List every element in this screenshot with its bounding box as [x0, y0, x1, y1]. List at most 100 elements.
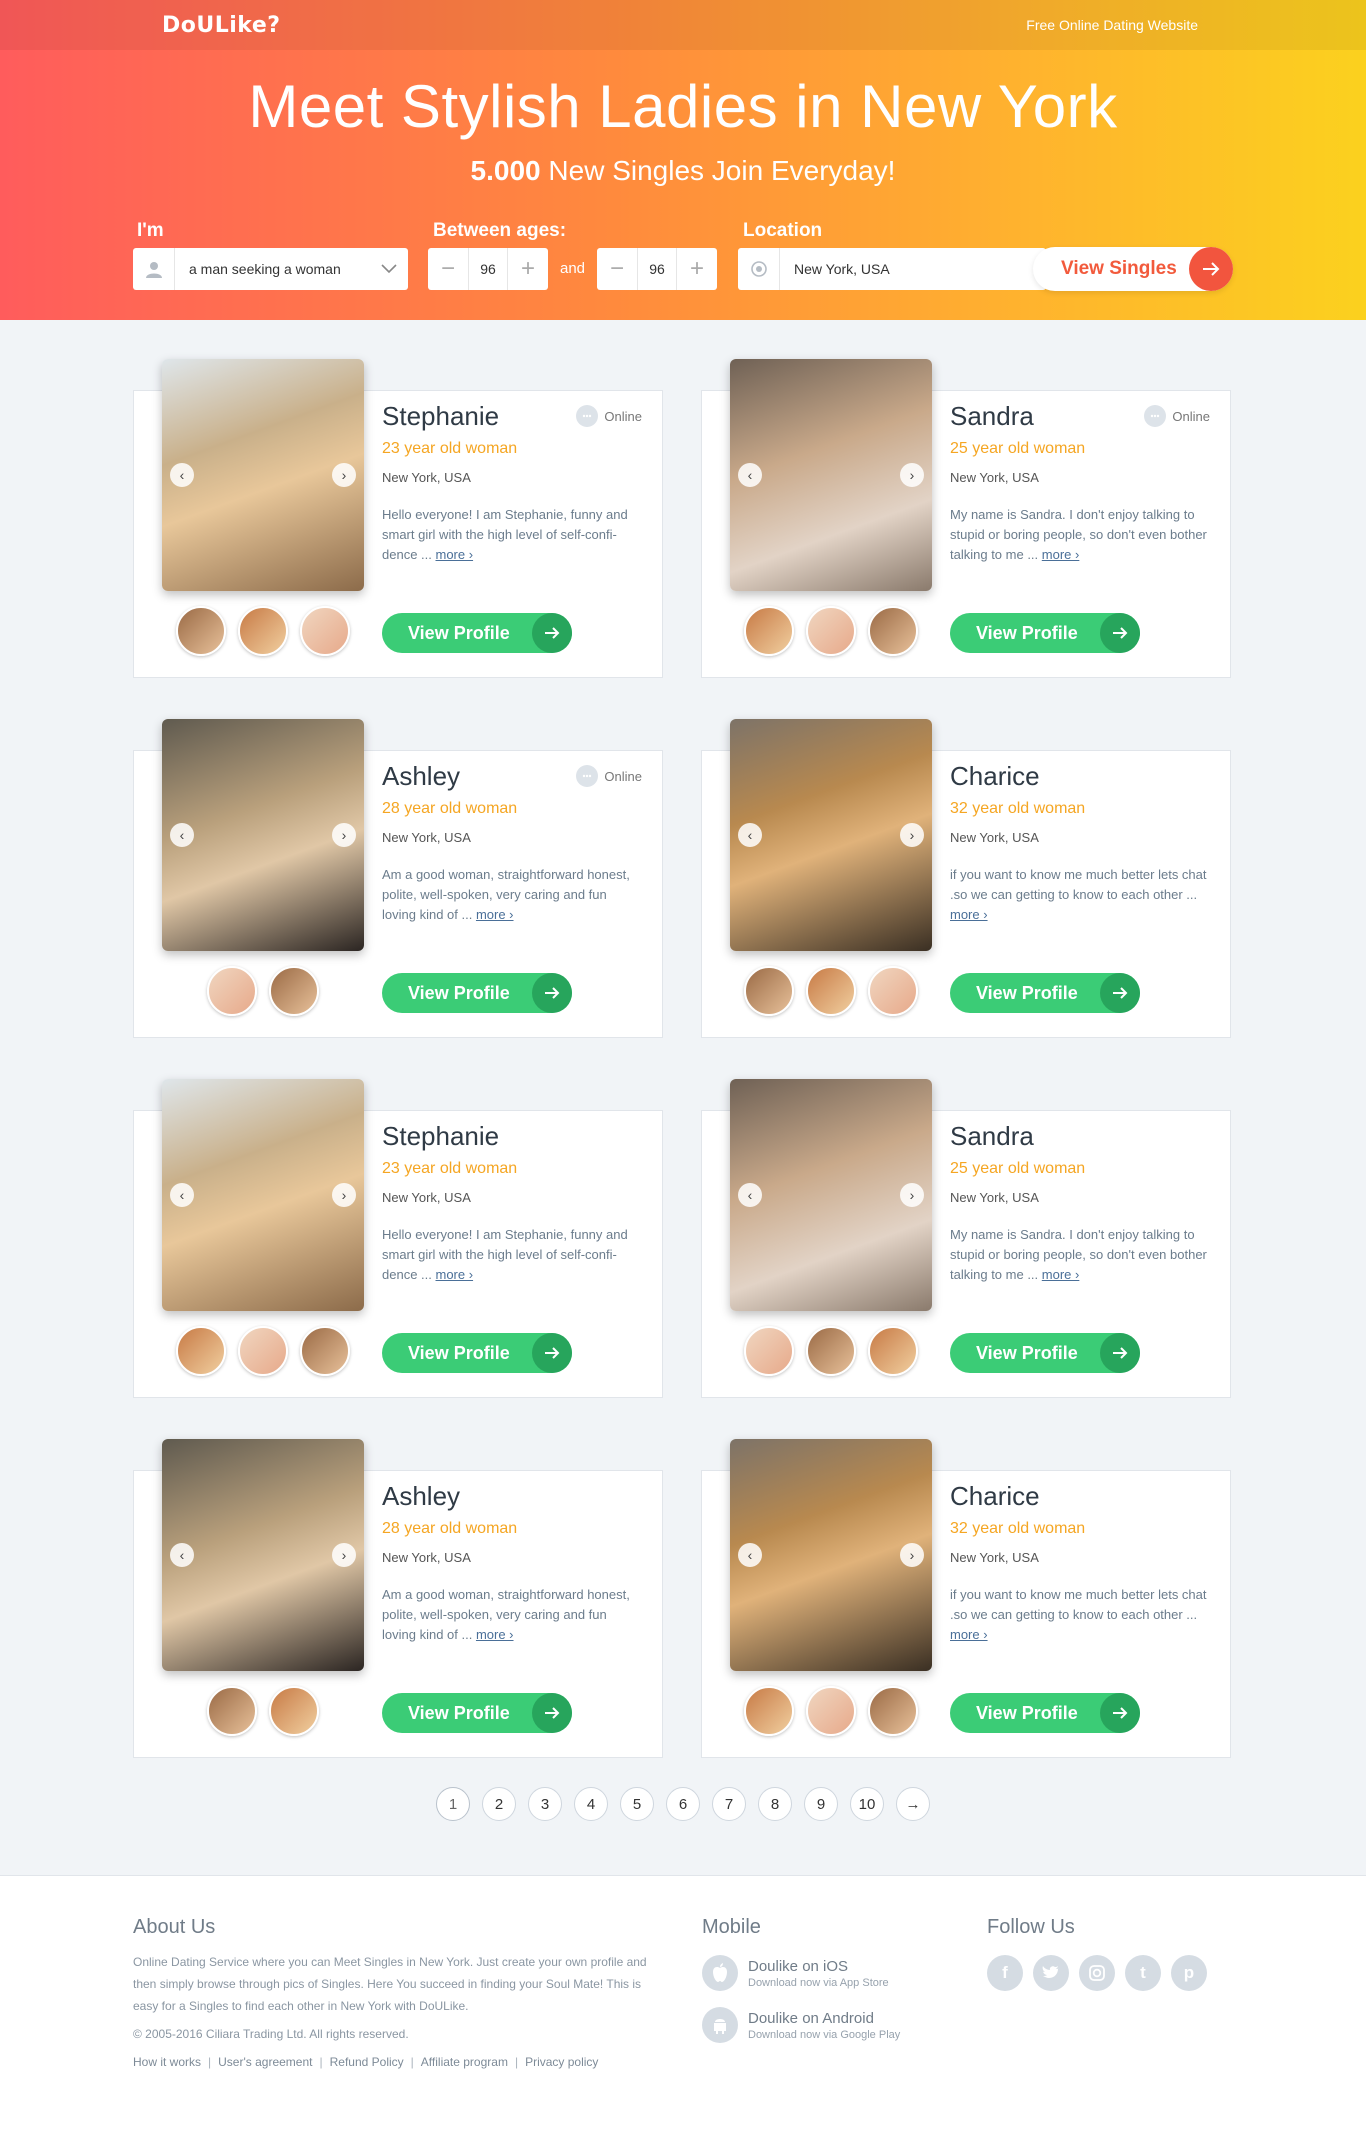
more-link[interactable]: more ›: [476, 1627, 514, 1642]
chevron-left-icon[interactable]: ‹: [738, 1543, 762, 1567]
page-button[interactable]: 10: [850, 1787, 884, 1821]
photo-thumbnail[interactable]: [300, 1326, 350, 1376]
profile-photo[interactable]: ‹ ›: [730, 359, 932, 591]
footer-link[interactable]: User's agreement: [218, 2055, 312, 2069]
footer-link[interactable]: Affiliate program: [421, 2055, 508, 2069]
profile-photo[interactable]: ‹ ›: [162, 719, 364, 951]
photo-thumbnail[interactable]: [176, 1326, 226, 1376]
more-link[interactable]: more ›: [1042, 547, 1080, 562]
page-button[interactable]: 5: [620, 1787, 654, 1821]
view-profile-button[interactable]: View Profile: [950, 1333, 1140, 1373]
chevron-left-icon[interactable]: ‹: [738, 1183, 762, 1207]
location-input[interactable]: New York, USA: [738, 248, 1046, 290]
profile-name[interactable]: Stephanie: [382, 401, 644, 432]
photo-thumbnail[interactable]: [300, 606, 350, 656]
view-singles-button[interactable]: View Singles: [1033, 247, 1233, 291]
chevron-left-icon[interactable]: ‹: [738, 823, 762, 847]
chevron-left-icon[interactable]: ‹: [170, 463, 194, 487]
page-button[interactable]: 7: [712, 1787, 746, 1821]
age-min-stepper[interactable]: − 96 +: [428, 248, 548, 290]
more-link[interactable]: more ›: [476, 907, 514, 922]
photo-thumbnail[interactable]: [806, 1686, 856, 1736]
page-button[interactable]: 8: [758, 1787, 792, 1821]
photo-thumbnail[interactable]: [744, 1686, 794, 1736]
photo-thumbnail[interactable]: [207, 1686, 257, 1736]
profile-name[interactable]: Ashley: [382, 761, 644, 792]
profile-name[interactable]: Stephanie: [382, 1121, 644, 1152]
page-button[interactable]: 2: [482, 1787, 516, 1821]
plus-icon[interactable]: +: [508, 248, 548, 290]
chevron-left-icon[interactable]: ‹: [170, 1543, 194, 1567]
page-button[interactable]: 1: [436, 1787, 470, 1821]
profile-name[interactable]: Charice: [950, 761, 1212, 792]
photo-thumbnail[interactable]: [269, 1686, 319, 1736]
photo-thumbnail[interactable]: [868, 1326, 918, 1376]
profile-name[interactable]: Ashley: [382, 1481, 644, 1512]
page-button[interactable]: 6: [666, 1787, 700, 1821]
more-link[interactable]: more ›: [950, 1627, 988, 1642]
photo-thumbnail[interactable]: [238, 606, 288, 656]
photo-thumbnail[interactable]: [744, 606, 794, 656]
facebook-icon[interactable]: f: [987, 1955, 1023, 1991]
page-button[interactable]: 9: [804, 1787, 838, 1821]
pinterest-icon[interactable]: p: [1171, 1955, 1207, 1991]
photo-thumbnail[interactable]: [176, 606, 226, 656]
view-profile-button[interactable]: View Profile: [382, 613, 572, 653]
seeking-select[interactable]: a man seeking a woman: [133, 248, 408, 290]
view-profile-button[interactable]: View Profile: [950, 1693, 1140, 1733]
view-profile-button[interactable]: View Profile: [950, 973, 1140, 1013]
profile-photo[interactable]: ‹ ›: [730, 719, 932, 951]
footer-link[interactable]: Privacy policy: [525, 2055, 598, 2069]
profile-photo[interactable]: ‹ ›: [162, 1439, 364, 1671]
tumblr-icon[interactable]: t: [1125, 1955, 1161, 1991]
profile-name[interactable]: Sandra: [950, 401, 1212, 432]
android-link[interactable]: Doulike on Android Download now via Googl…: [702, 2007, 900, 2043]
minus-icon[interactable]: −: [597, 248, 637, 290]
chevron-right-icon[interactable]: ›: [900, 823, 924, 847]
profile-name[interactable]: Sandra: [950, 1121, 1212, 1152]
chevron-right-icon[interactable]: ›: [332, 463, 356, 487]
chevron-right-icon[interactable]: ›: [332, 823, 356, 847]
photo-thumbnail[interactable]: [207, 966, 257, 1016]
chevron-right-icon[interactable]: ›: [332, 1183, 356, 1207]
next-page-button[interactable]: →: [896, 1787, 930, 1821]
chevron-left-icon[interactable]: ‹: [738, 463, 762, 487]
page-button[interactable]: 4: [574, 1787, 608, 1821]
profile-photo[interactable]: ‹ ›: [730, 1079, 932, 1311]
footer-link[interactable]: How it works: [133, 2055, 201, 2069]
photo-thumbnail[interactable]: [806, 1326, 856, 1376]
photo-thumbnail[interactable]: [868, 1686, 918, 1736]
chevron-right-icon[interactable]: ›: [900, 463, 924, 487]
age-max-value[interactable]: 96: [637, 248, 677, 290]
chevron-right-icon[interactable]: ›: [900, 1543, 924, 1567]
more-link[interactable]: more ›: [436, 1267, 474, 1282]
minus-icon[interactable]: −: [428, 248, 468, 290]
photo-thumbnail[interactable]: [868, 966, 918, 1016]
plus-icon[interactable]: +: [677, 248, 717, 290]
footer-link[interactable]: Refund Policy: [330, 2055, 404, 2069]
profile-photo[interactable]: ‹ ›: [162, 1079, 364, 1311]
photo-thumbnail[interactable]: [744, 1326, 794, 1376]
chevron-left-icon[interactable]: ‹: [170, 823, 194, 847]
chevron-left-icon[interactable]: ‹: [170, 1183, 194, 1207]
age-min-value[interactable]: 96: [468, 248, 508, 290]
photo-thumbnail[interactable]: [269, 966, 319, 1016]
profile-photo[interactable]: ‹ ›: [730, 1439, 932, 1671]
profile-photo[interactable]: ‹ ›: [162, 359, 364, 591]
instagram-icon[interactable]: [1079, 1955, 1115, 1991]
photo-thumbnail[interactable]: [806, 966, 856, 1016]
twitter-icon[interactable]: [1033, 1955, 1069, 1991]
profile-name[interactable]: Charice: [950, 1481, 1212, 1512]
more-link[interactable]: more ›: [436, 547, 474, 562]
more-link[interactable]: more ›: [1042, 1267, 1080, 1282]
photo-thumbnail[interactable]: [806, 606, 856, 656]
more-link[interactable]: more ›: [950, 907, 988, 922]
ios-link[interactable]: Doulike on iOS Download now via App Store: [702, 1955, 900, 1991]
view-profile-button[interactable]: View Profile: [950, 613, 1140, 653]
view-profile-button[interactable]: View Profile: [382, 973, 572, 1013]
view-profile-button[interactable]: View Profile: [382, 1693, 572, 1733]
photo-thumbnail[interactable]: [744, 966, 794, 1016]
chevron-right-icon[interactable]: ›: [900, 1183, 924, 1207]
age-max-stepper[interactable]: − 96 +: [597, 248, 717, 290]
page-button[interactable]: 3: [528, 1787, 562, 1821]
